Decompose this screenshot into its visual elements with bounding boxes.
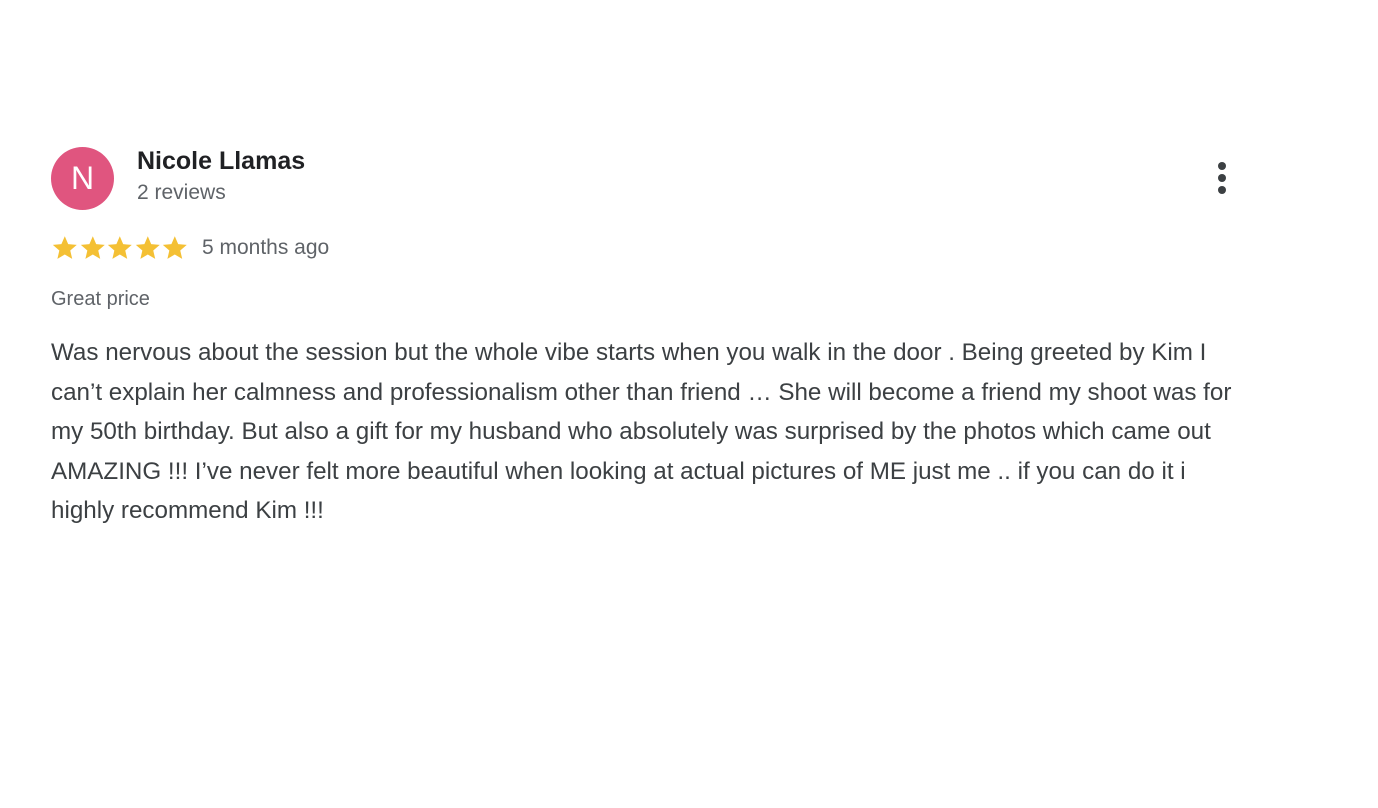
review-count[interactable]: 2 reviews bbox=[137, 181, 226, 205]
review-header: N Nicole Llamas 2 reviews bbox=[51, 146, 1251, 210]
avatar[interactable]: N bbox=[51, 147, 114, 210]
star-icon bbox=[163, 236, 188, 259]
star-icon bbox=[80, 236, 105, 259]
review-card: N Nicole Llamas 2 reviews 5 months ago G… bbox=[51, 146, 1251, 524]
more-options-button[interactable] bbox=[1207, 158, 1237, 198]
reviewer-name[interactable]: Nicole Llamas bbox=[137, 147, 305, 176]
star-icon bbox=[108, 236, 132, 259]
more-vert-icon bbox=[1218, 162, 1226, 194]
star-icon bbox=[52, 236, 77, 259]
review-text: Was nervous about the session but the wh… bbox=[51, 339, 1232, 524]
review-date: 5 months ago bbox=[201, 236, 330, 259]
review-title: Great price bbox=[51, 288, 150, 310]
rating-row: 5 months ago bbox=[51, 232, 329, 264]
star-icon bbox=[135, 236, 160, 259]
star-rating bbox=[51, 234, 189, 262]
